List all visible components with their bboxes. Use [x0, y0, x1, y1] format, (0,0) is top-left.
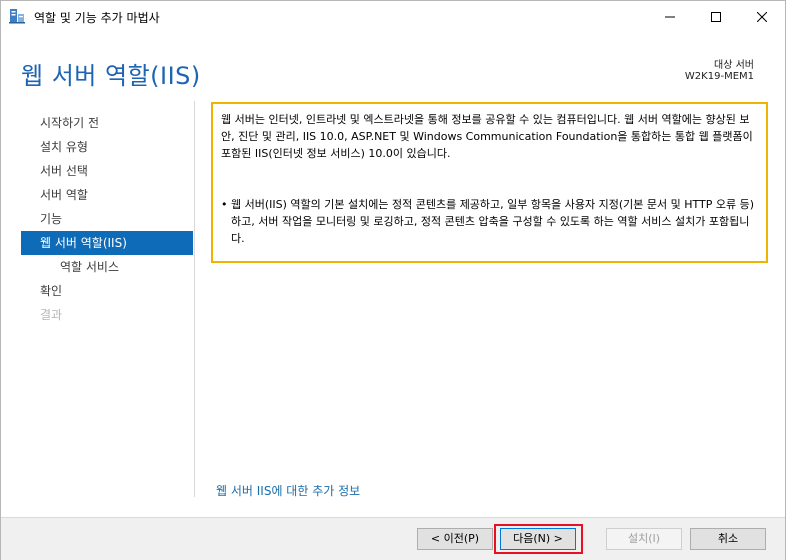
description-text: 웹 서버는 인터넷, 인트라넷 및 엑스트라넷을 통해 정보를 공유할 수 있는… — [221, 113, 753, 160]
nav-item-before-you-begin[interactable]: 시작하기 전 — [21, 111, 193, 135]
nav-item-features[interactable]: 기능 — [21, 207, 193, 231]
page-title: 웹 서버 역할(IIS) — [21, 62, 201, 90]
next-button-highlight — [494, 524, 583, 554]
nav-item-server-selection[interactable]: 서버 선택 — [21, 159, 193, 183]
destination-server-label: 대상 서버 — [714, 60, 754, 71]
destination-server-name: W2K19-MEM1 — [684, 71, 754, 82]
nav-item-results: 결과 — [40, 308, 63, 322]
cancel-button[interactable]: 취소 — [690, 528, 766, 550]
wizard-nav: 시작하기 전 설치 유형 서버 선택 서버 역할 기능 웹 서버 역할(IIS)… — [21, 111, 193, 327]
maximize-icon — [711, 11, 721, 22]
description-panel: 웹 서버는 인터넷, 인트라넷 및 엑스트라넷을 통해 정보를 공유할 수 있는… — [211, 102, 768, 263]
maximize-button[interactable] — [693, 1, 739, 32]
nav-item-confirmation[interactable]: 확인 — [21, 279, 193, 303]
close-button[interactable] — [739, 1, 785, 32]
previous-button[interactable]: < 이전(P) — [417, 528, 493, 550]
nav-item-role-services[interactable]: 역할 서비스 — [21, 255, 193, 279]
title-bar[interactable]: 역할 및 기능 추가 마법사 — [1, 1, 785, 32]
nav-item-server-roles[interactable]: 서버 역할 — [21, 183, 193, 207]
server-manager-icon — [9, 8, 25, 24]
description-bullet: • 웹 서버(IIS) 역할의 기본 설치에는 정적 콘텐츠를 제공하고, 일부… — [221, 196, 758, 247]
minimize-icon — [665, 12, 675, 22]
wizard-footer: < 이전(P) 다음(N) > 설치(I) 취소 — [1, 517, 785, 560]
nav-divider — [194, 101, 195, 497]
nav-item-web-server-role[interactable]: 웹 서버 역할(IIS) — [21, 231, 193, 255]
close-icon — [757, 11, 767, 22]
wizard-window: 역할 및 기능 추가 마법사 웹 서버 역할(IIS) 대상 서버 W2K19-… — [0, 0, 786, 560]
minimize-button[interactable] — [647, 1, 693, 32]
nav-item-installation-type[interactable]: 설치 유형 — [21, 135, 193, 159]
install-button: 설치(I) — [606, 528, 682, 550]
window-title: 역할 및 기능 추가 마법사 — [34, 11, 160, 25]
bullet-text: 웹 서버(IIS) 역할의 기본 설치에는 정적 콘텐츠를 제공하고, 일부 항… — [231, 198, 755, 245]
more-info-link[interactable]: 웹 서버 IIS에 대한 추가 정보 — [216, 482, 360, 499]
bullet-marker: • — [221, 198, 228, 211]
